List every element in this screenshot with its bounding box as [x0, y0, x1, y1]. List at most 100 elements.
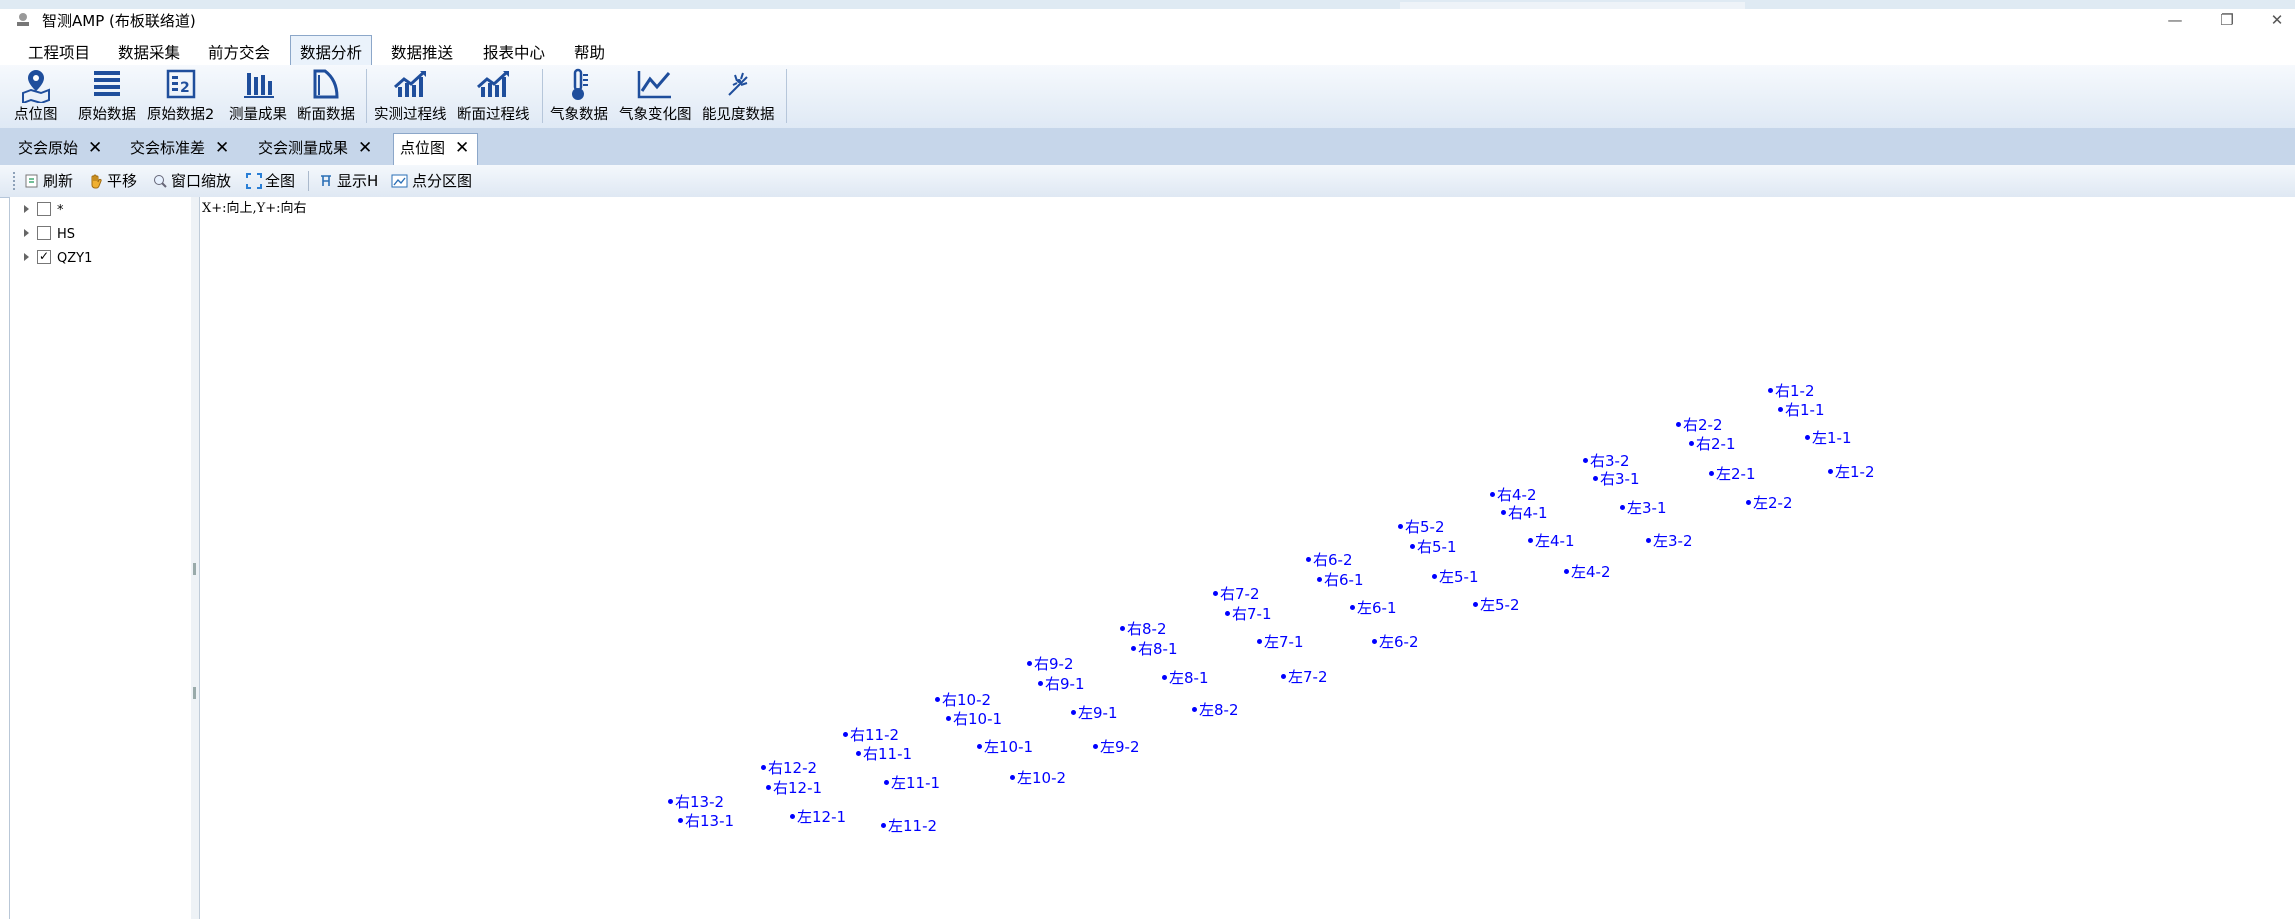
survey-point[interactable]: 右4-1	[1501, 505, 1548, 522]
expand-arrow-icon[interactable]	[24, 205, 29, 213]
ribbon-visibility-data-button[interactable]: 能见度数据	[702, 67, 775, 124]
window-zoom-button[interactable]: 窗口缩放	[152, 170, 231, 191]
pan-button[interactable]: 平移	[88, 170, 137, 191]
tab-intersection-stddev[interactable]: 交会标准差 ✕	[124, 134, 229, 163]
survey-point[interactable]: 左3-2	[1646, 533, 1693, 550]
survey-point[interactable]: 右3-1	[1593, 471, 1640, 488]
survey-point[interactable]: 右13-2	[668, 794, 724, 811]
tree-item-label: QZY1	[57, 251, 93, 266]
close-icon[interactable]: ✕	[455, 134, 469, 163]
restore-button[interactable]: ❐	[2212, 11, 2242, 29]
survey-point[interactable]: 右5-1	[1410, 539, 1457, 556]
ribbon-results-button[interactable]: 测量成果	[229, 67, 287, 124]
close-icon[interactable]: ✕	[88, 134, 102, 163]
survey-point[interactable]: 右12-2	[761, 760, 817, 777]
survey-point[interactable]: 左1-2	[1828, 464, 1875, 481]
survey-point[interactable]: 左11-1	[884, 775, 940, 792]
checkbox[interactable]	[37, 202, 51, 216]
minimize-button[interactable]: —	[2160, 11, 2190, 29]
survey-point[interactable]: 右3-2	[1583, 453, 1630, 470]
full-view-label: 全图	[265, 172, 296, 190]
ribbon-weather-data-button[interactable]: 气象数据	[550, 67, 608, 124]
show-h-button[interactable]: 显示H	[318, 170, 378, 191]
ribbon-measured-curve-button[interactable]: 实测过程线	[374, 67, 447, 124]
survey-point[interactable]: 左5-1	[1432, 569, 1479, 586]
survey-point[interactable]: 右10-2	[935, 692, 991, 709]
menu-intersection[interactable]: 前方交会	[202, 39, 276, 65]
checkbox-checked[interactable]	[37, 247, 51, 265]
survey-point[interactable]: 右4-2	[1490, 487, 1537, 504]
survey-point[interactable]: 左2-1	[1709, 466, 1756, 483]
survey-point[interactable]: 左10-2	[1010, 770, 1066, 787]
survey-point[interactable]: 右1-2	[1768, 383, 1815, 400]
survey-point[interactable]: 左7-2	[1281, 669, 1328, 686]
zone-map-button[interactable]: 点分区图	[391, 170, 472, 191]
survey-point[interactable]: 左8-1	[1162, 670, 1209, 687]
survey-point[interactable]: 左4-2	[1564, 564, 1611, 581]
survey-point[interactable]: 左9-2	[1093, 739, 1140, 756]
survey-point[interactable]: 左11-2	[881, 818, 937, 835]
ribbon-raw-data-button[interactable]: 原始数据	[78, 67, 136, 124]
survey-point[interactable]: 右8-1	[1131, 641, 1178, 658]
ribbon-raw-data2-button[interactable]: 2 原始数据2	[147, 67, 214, 124]
survey-point[interactable]: 左7-1	[1257, 634, 1304, 651]
ribbon-weather-chart-button[interactable]: 气象变化图	[619, 67, 692, 124]
survey-point[interactable]: 左2-2	[1746, 495, 1793, 512]
refresh-button[interactable]: 刷新	[24, 170, 73, 191]
survey-point[interactable]: 右11-2	[843, 727, 899, 744]
survey-point[interactable]: 右7-1	[1225, 606, 1272, 623]
survey-point[interactable]: 右11-1	[856, 746, 912, 763]
checkbox[interactable]	[37, 226, 51, 240]
menu-help[interactable]: 帮助	[568, 39, 611, 65]
survey-point[interactable]: 左3-1	[1620, 500, 1667, 517]
ribbon-section-curve-button[interactable]: 断面过程线	[457, 67, 530, 124]
survey-point[interactable]: 左1-1	[1805, 430, 1852, 447]
full-view-button[interactable]: 全图	[246, 170, 295, 191]
survey-point[interactable]: 右5-2	[1398, 519, 1445, 536]
tree-item-hs[interactable]: HS	[24, 226, 75, 244]
survey-point[interactable]: 左9-1	[1071, 705, 1118, 722]
survey-point[interactable]: 右2-2	[1676, 417, 1723, 434]
survey-point[interactable]: 左6-2	[1372, 634, 1419, 651]
close-icon[interactable]: ✕	[358, 134, 372, 163]
survey-point[interactable]: 右9-2	[1027, 656, 1074, 673]
survey-point[interactable]: 左12-1	[790, 809, 846, 826]
survey-point[interactable]: 右9-1	[1038, 676, 1085, 693]
close-icon[interactable]: ✕	[215, 134, 229, 163]
survey-point[interactable]: 右1-1	[1778, 402, 1825, 419]
zone-map-icon	[391, 174, 408, 188]
ribbon-label: 点位图	[14, 107, 58, 123]
survey-point[interactable]: 右7-2	[1213, 586, 1260, 603]
expand-arrow-icon[interactable]	[24, 229, 29, 237]
survey-point[interactable]: 右6-2	[1306, 552, 1353, 569]
menu-data-push[interactable]: 数据推送	[385, 39, 459, 65]
survey-point[interactable]: 左4-1	[1528, 533, 1575, 550]
survey-point[interactable]: 左8-2	[1192, 702, 1239, 719]
menu-report-center[interactable]: 报表中心	[477, 39, 551, 65]
survey-point[interactable]: 右6-1	[1317, 572, 1364, 589]
survey-point[interactable]: 右12-1	[766, 780, 822, 797]
menu-project[interactable]: 工程项目	[22, 39, 96, 65]
ribbon-point-map-button[interactable]: 点位图	[14, 67, 58, 124]
survey-point[interactable]: 右2-1	[1689, 436, 1736, 453]
point-map-canvas[interactable]: X+:向上,Y+:向右 右1-2 右1-1 左1-1 左1-2 右2-2 右2-1 左2-1…	[200, 197, 2295, 919]
tab-point-map[interactable]: 点位图 ✕	[393, 133, 479, 166]
splitter-handle[interactable]	[193, 687, 196, 699]
menu-data-analysis[interactable]: 数据分析	[290, 35, 373, 69]
splitter-handle[interactable]	[193, 563, 196, 575]
survey-point[interactable]: 右13-1	[678, 813, 734, 830]
survey-point[interactable]: 左6-1	[1350, 600, 1397, 617]
tree-item-all[interactable]: *	[24, 202, 64, 220]
expand-arrow-icon[interactable]	[24, 253, 29, 261]
survey-point[interactable]: 左10-1	[977, 739, 1033, 756]
survey-point[interactable]: 右8-2	[1120, 621, 1167, 638]
survey-point[interactable]: 左5-2	[1473, 597, 1520, 614]
tab-intersection-raw[interactable]: 交会原始 ✕	[12, 134, 102, 163]
close-button[interactable]: ✕	[2262, 11, 2292, 29]
panel-splitter[interactable]	[191, 197, 200, 919]
menu-data-collect[interactable]: 数据采集	[112, 39, 186, 65]
survey-point[interactable]: 右10-1	[946, 711, 1002, 728]
ribbon-section-data-button[interactable]: 断面数据	[297, 67, 355, 124]
tab-intersection-results[interactable]: 交会测量成果 ✕	[252, 134, 372, 163]
tree-item-qzy1[interactable]: QZY1	[24, 247, 93, 268]
